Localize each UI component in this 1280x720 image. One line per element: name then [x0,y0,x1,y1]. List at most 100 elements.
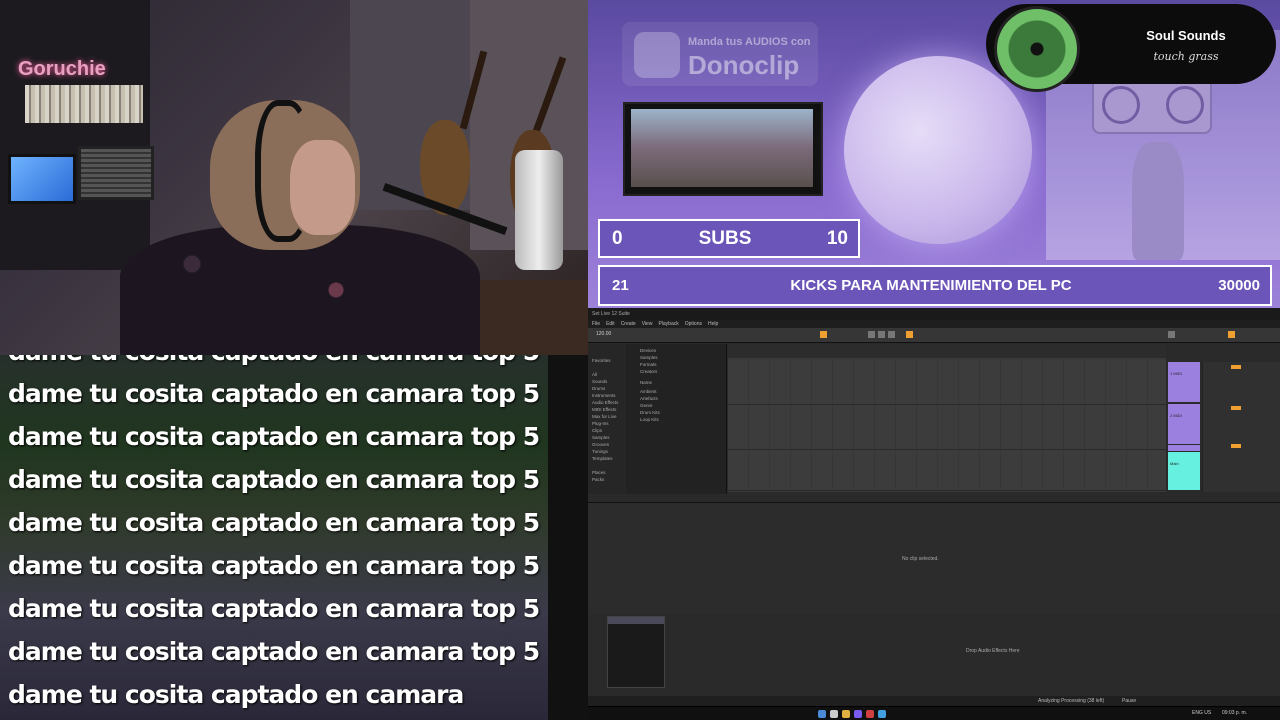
track-lane[interactable] [728,405,1166,450]
app-icon[interactable] [854,710,862,718]
browser-filter[interactable]: Formats [640,362,657,367]
device-view[interactable]: Drop Audio Effects Here [588,614,1280,696]
browser-category[interactable]: Templates [592,456,613,461]
windows-taskbar: ENG US 09:03 p. m. [588,706,1280,720]
track-activator[interactable] [1231,444,1241,448]
stream-overlay: Manda tus AUDIOS con Donoclip Soul Sound… [588,0,1280,308]
time-ruler [728,492,1166,500]
browser-category[interactable]: Instruments [592,393,616,398]
menu-file[interactable]: File [592,320,600,328]
browser-filter[interactable]: Samples [640,355,658,360]
chat-message: dame tu cosita captado en camara top 5 [8,551,540,580]
app-icon[interactable] [866,710,874,718]
timeline-ruler[interactable] [728,344,1166,358]
play-button[interactable] [868,331,875,338]
subs-label: SUBS [698,227,752,249]
tempo-field[interactable]: 120.00 [596,331,611,337]
browser-category[interactable]: Places [592,470,606,475]
app-icon[interactable] [878,710,886,718]
browser-category[interactable]: Packs [592,477,604,482]
clip-thumbnail [631,109,813,187]
overdub-button[interactable] [906,331,913,338]
chat-message: dame tu cosita captado en camara top 5 [8,637,540,666]
browser-folder[interactable]: Artefacts [640,396,658,401]
menu-options[interactable]: Options [685,320,702,328]
track-lane[interactable] [728,450,1166,491]
browser-folder[interactable]: Loop Kits [640,417,659,422]
browser-folder[interactable]: Drum Kits [640,410,660,415]
language-indicator[interactable]: ENG US [1192,710,1211,716]
browser-category[interactable]: Audio Effects [592,400,618,405]
track-header-midi[interactable]: 2 MIDI [1168,404,1200,444]
chat-message: dame tu cosita captado en camara top 5 [8,508,540,537]
song-artist: touch grass [1153,50,1219,63]
browser-category[interactable]: All [592,372,597,377]
metronome-button[interactable] [820,331,827,338]
browser-folder[interactable]: Genre [640,403,653,408]
record-button[interactable] [888,331,895,338]
instrument-device[interactable] [607,616,665,688]
browser-folder[interactable]: Ambient [640,389,657,394]
track-header-midi[interactable]: 1 MIDI [1168,362,1200,402]
books-row [25,85,143,123]
browser-filter[interactable]: Devices [640,348,656,353]
kicks-current: 21 [612,277,629,294]
start-icon[interactable] [818,710,826,718]
menu-help[interactable]: Help [708,320,718,328]
kicks-target: 30000 [1218,277,1260,294]
menu-edit[interactable]: Edit [606,320,615,328]
status-message: Analyzing Processing (38 left) [1038,698,1105,704]
browser-category[interactable]: Clips [592,428,602,433]
chat-panel: dame tu cosita captado en camara top 5 d… [0,355,548,720]
ableton-window: Set Live 12 Suite File Edit Create View … [588,308,1280,720]
clock[interactable]: 09:03 p. m. [1222,710,1247,716]
track-name: 2 MIDI [1170,413,1182,418]
pause-button[interactable]: Pause [1122,698,1136,704]
headphones [255,100,312,242]
browser-category[interactable]: Plug-Ins [592,421,609,426]
menu-playback[interactable]: Playback [658,320,678,328]
browser-category[interactable]: Max for Live [592,414,617,419]
chat-message: dame tu cosita captado en camara top 5 [8,379,540,408]
menu-create[interactable]: Create [621,320,636,328]
neon-sign: Goruchie [18,58,106,80]
track-lane[interactable] [728,360,1166,405]
raccoon-character [1132,142,1184,260]
amplifier [78,146,154,200]
track-header-audio[interactable]: 3 Audio [1168,445,1200,459]
browser-category[interactable]: Grooves [592,442,609,447]
donoclip-tagline: Manda tus AUDIOS con [688,36,811,48]
track-activator[interactable] [1231,406,1241,410]
browser-category[interactable]: Favorites [592,358,611,363]
clip-detail-view[interactable]: No clip selected. [588,502,1280,616]
transport-bar: 120.00 [588,328,1280,343]
chat-message: dame tu cosita captado en camara [8,680,464,709]
small-tv [8,154,76,204]
track-activator[interactable] [1231,365,1241,369]
album-art [994,6,1080,92]
webcam-feed: Goruchie [0,0,588,355]
speaker-icon [1166,86,1204,124]
browser-category[interactable]: MIDI Effects [592,407,616,412]
stop-button[interactable] [878,331,885,338]
browser-category[interactable]: Sounds [592,379,607,384]
device-title-bar[interactable] [608,617,664,624]
midi-indicator [1228,331,1235,338]
menu-view[interactable]: View [642,320,653,328]
search-icon[interactable] [830,710,838,718]
chat-message: dame tu cosita captado en camara top 5 [8,355,540,366]
explorer-icon[interactable] [842,710,850,718]
no-clip-message: No clip selected. [902,556,939,562]
browser-category[interactable]: Tunings [592,449,608,454]
browser-column-header[interactable]: Name [640,380,652,385]
song-title: Soul Sounds [1146,28,1226,43]
drop-effects-hint: Drop Audio Effects Here [966,648,1020,654]
track-name: Main [1170,461,1179,466]
browser-category[interactable]: Samples [592,435,610,440]
thermos [515,150,563,270]
moon-image [844,56,1032,244]
track-header-main[interactable]: Main [1168,452,1200,490]
browser-filter[interactable]: Creators [640,369,657,374]
donoclip-banner: Manda tus AUDIOS con Donoclip [622,22,818,86]
browser-category[interactable]: Drums [592,386,605,391]
